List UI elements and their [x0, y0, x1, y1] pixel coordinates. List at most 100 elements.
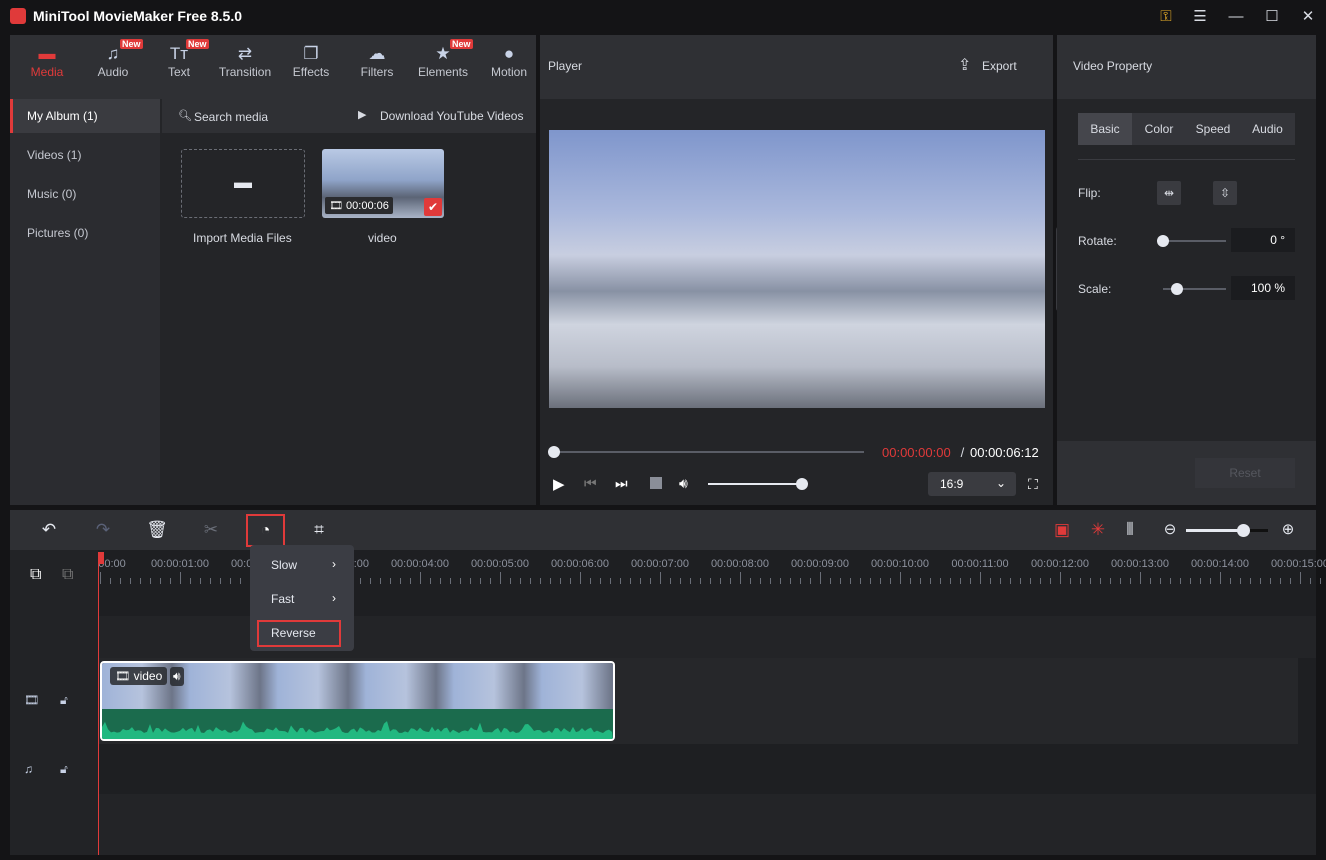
fullscreen-icon[interactable]: ⛶: [1028, 476, 1038, 493]
ruler-tick: [120, 578, 121, 584]
menu-icon[interactable]: ☰: [1188, 6, 1212, 28]
crop-icon[interactable]: ⌗: [307, 520, 331, 540]
flip-vertical-icon[interactable]: ⇳: [1213, 181, 1237, 205]
volume-handle[interactable]: [796, 478, 808, 490]
ruler-tick: [1170, 578, 1171, 584]
import-media-button[interactable]: ▬: [181, 149, 305, 218]
ruler-tick: [1130, 578, 1131, 584]
video-clip[interactable]: 🎞︎ video 🔊︎: [100, 661, 615, 741]
property-header: Video Property: [1057, 35, 1316, 99]
player-seek-bar[interactable]: [553, 451, 864, 453]
menu-item-reverse[interactable]: Reverse: [271, 626, 316, 640]
tab-label: Transition: [218, 65, 272, 79]
zoom-handle[interactable]: [1237, 524, 1251, 537]
export-button[interactable]: Export: [982, 59, 1017, 73]
tab-text[interactable]: Tт Text New: [146, 39, 212, 79]
tab-media[interactable]: ▬ Media: [14, 43, 80, 79]
ruler-tick: [710, 578, 711, 584]
ruler-tick: [830, 578, 831, 584]
flip-horizontal-icon[interactable]: ⇹: [1157, 181, 1181, 205]
tab-audio[interactable]: Audio: [1240, 113, 1295, 145]
ruler-tick: [900, 572, 901, 584]
aspect-ratio-select[interactable]: 16:9 ⌄: [928, 472, 1016, 496]
ruler-tick: [230, 578, 231, 584]
lock-icon[interactable]: 🔓︎: [60, 693, 68, 708]
album-videos[interactable]: Videos (1): [10, 138, 160, 172]
lock-icon[interactable]: 🔓︎: [60, 762, 68, 777]
zoom-fit-icon[interactable]: ⦀: [1118, 520, 1142, 540]
rotate-value[interactable]: 0 °: [1231, 228, 1295, 252]
close-button[interactable]: ✕: [1296, 6, 1320, 28]
undo-icon[interactable]: ↶: [37, 520, 61, 540]
rotate-handle[interactable]: [1157, 235, 1169, 247]
ruler-tick: [130, 578, 131, 584]
download-youtube-link[interactable]: Download YouTube Videos: [380, 109, 523, 123]
scale-value[interactable]: 100 %: [1231, 276, 1295, 300]
split-icon[interactable]: ✂: [199, 520, 223, 540]
zoom-in-icon[interactable]: ⊕: [1276, 520, 1300, 538]
rotate-slider[interactable]: [1163, 240, 1226, 242]
timeline-zoom-slider[interactable]: [1186, 529, 1268, 532]
album-my-album[interactable]: My Album (1): [10, 99, 160, 133]
auto-fit-icon[interactable]: ▣: [1050, 520, 1074, 540]
album-music[interactable]: Music (0): [10, 177, 160, 211]
tab-filters[interactable]: ☁ Filters: [344, 43, 410, 79]
menu-item-slow[interactable]: Slow: [271, 558, 297, 572]
maximize-button[interactable]: ☐: [1260, 6, 1284, 28]
ruler-tick: [510, 578, 511, 584]
scale-handle[interactable]: [1170, 283, 1183, 295]
volume-slider[interactable]: [708, 483, 803, 485]
motion-icon: ●: [503, 44, 515, 63]
ruler-tick: [460, 578, 461, 584]
property-title: Video Property: [1073, 59, 1153, 73]
player-header: Player ⇪ Export: [540, 35, 1053, 99]
tab-effects[interactable]: ❐ Effects: [278, 43, 344, 79]
ruler-tick: [1250, 578, 1251, 584]
clip-volume-icon[interactable]: 🔊︎: [170, 667, 184, 686]
ruler-tick: [690, 578, 691, 584]
ruler-tick: [190, 578, 191, 584]
split-marker-icon[interactable]: ✳: [1086, 520, 1110, 540]
tab-speed[interactable]: Speed: [1186, 113, 1240, 145]
ruler-tick: [940, 578, 941, 584]
ruler-tick: [1110, 578, 1111, 584]
tab-motion[interactable]: ● Motion: [476, 43, 542, 79]
tab-transition[interactable]: ⇄ Transition: [212, 43, 278, 79]
reset-button[interactable]: Reset: [1195, 458, 1295, 488]
ruler-tick: [650, 578, 651, 584]
prev-frame-button[interactable]: ⏮: [584, 475, 597, 492]
playhead[interactable]: [98, 552, 99, 855]
tab-audio[interactable]: ♫ Audio New: [80, 39, 146, 79]
redo-icon[interactable]: ↷: [91, 520, 115, 540]
ruler-tick: [1210, 578, 1211, 584]
play-button[interactable]: ▶: [553, 475, 565, 493]
ruler-tick: [1010, 578, 1011, 584]
new-badge: New: [120, 39, 143, 49]
tab-color[interactable]: Color: [1132, 113, 1186, 145]
zoom-out-icon[interactable]: ⊖: [1158, 520, 1182, 538]
minimize-button[interactable]: —: [1224, 6, 1248, 28]
media-panel: ▬ Media ♫ Audio New Tт Text New ⇄ Transition ❐ Effe…: [10, 35, 536, 505]
next-frame-button[interactable]: ⏭: [615, 475, 628, 492]
key-icon[interactable]: ⚿: [1154, 6, 1178, 28]
ruler-tick: [420, 572, 421, 584]
ruler-tick: [1070, 578, 1071, 584]
ruler-tick: [200, 578, 201, 584]
video-thumbnail[interactable]: 🎞︎ 00:00:06 ✔: [322, 149, 444, 218]
tab-basic[interactable]: Basic: [1078, 113, 1132, 145]
timeline-ruler[interactable]: 00:0000:00:01:0000:00:02:0000:00:03:0000…: [10, 550, 1326, 590]
ruler-tick: [1260, 578, 1261, 584]
menu-item-fast[interactable]: Fast: [271, 592, 294, 606]
search-input[interactable]: Search media: [194, 110, 268, 124]
speed-icon[interactable]: ◔: [246, 514, 285, 547]
volume-icon[interactable]: 🔊︎: [679, 475, 688, 492]
ruler-tick: [1320, 578, 1321, 584]
ruler-label: 00:00:15:00: [1270, 558, 1326, 570]
tab-elements[interactable]: ★ Elements New: [410, 39, 476, 79]
delete-icon[interactable]: 🗑︎: [145, 520, 169, 540]
seek-handle[interactable]: [548, 446, 560, 458]
stop-button[interactable]: [650, 477, 662, 489]
ruler-tick: [580, 572, 581, 584]
ruler-tick: [1140, 572, 1141, 584]
album-pictures[interactable]: Pictures (0): [10, 216, 160, 250]
